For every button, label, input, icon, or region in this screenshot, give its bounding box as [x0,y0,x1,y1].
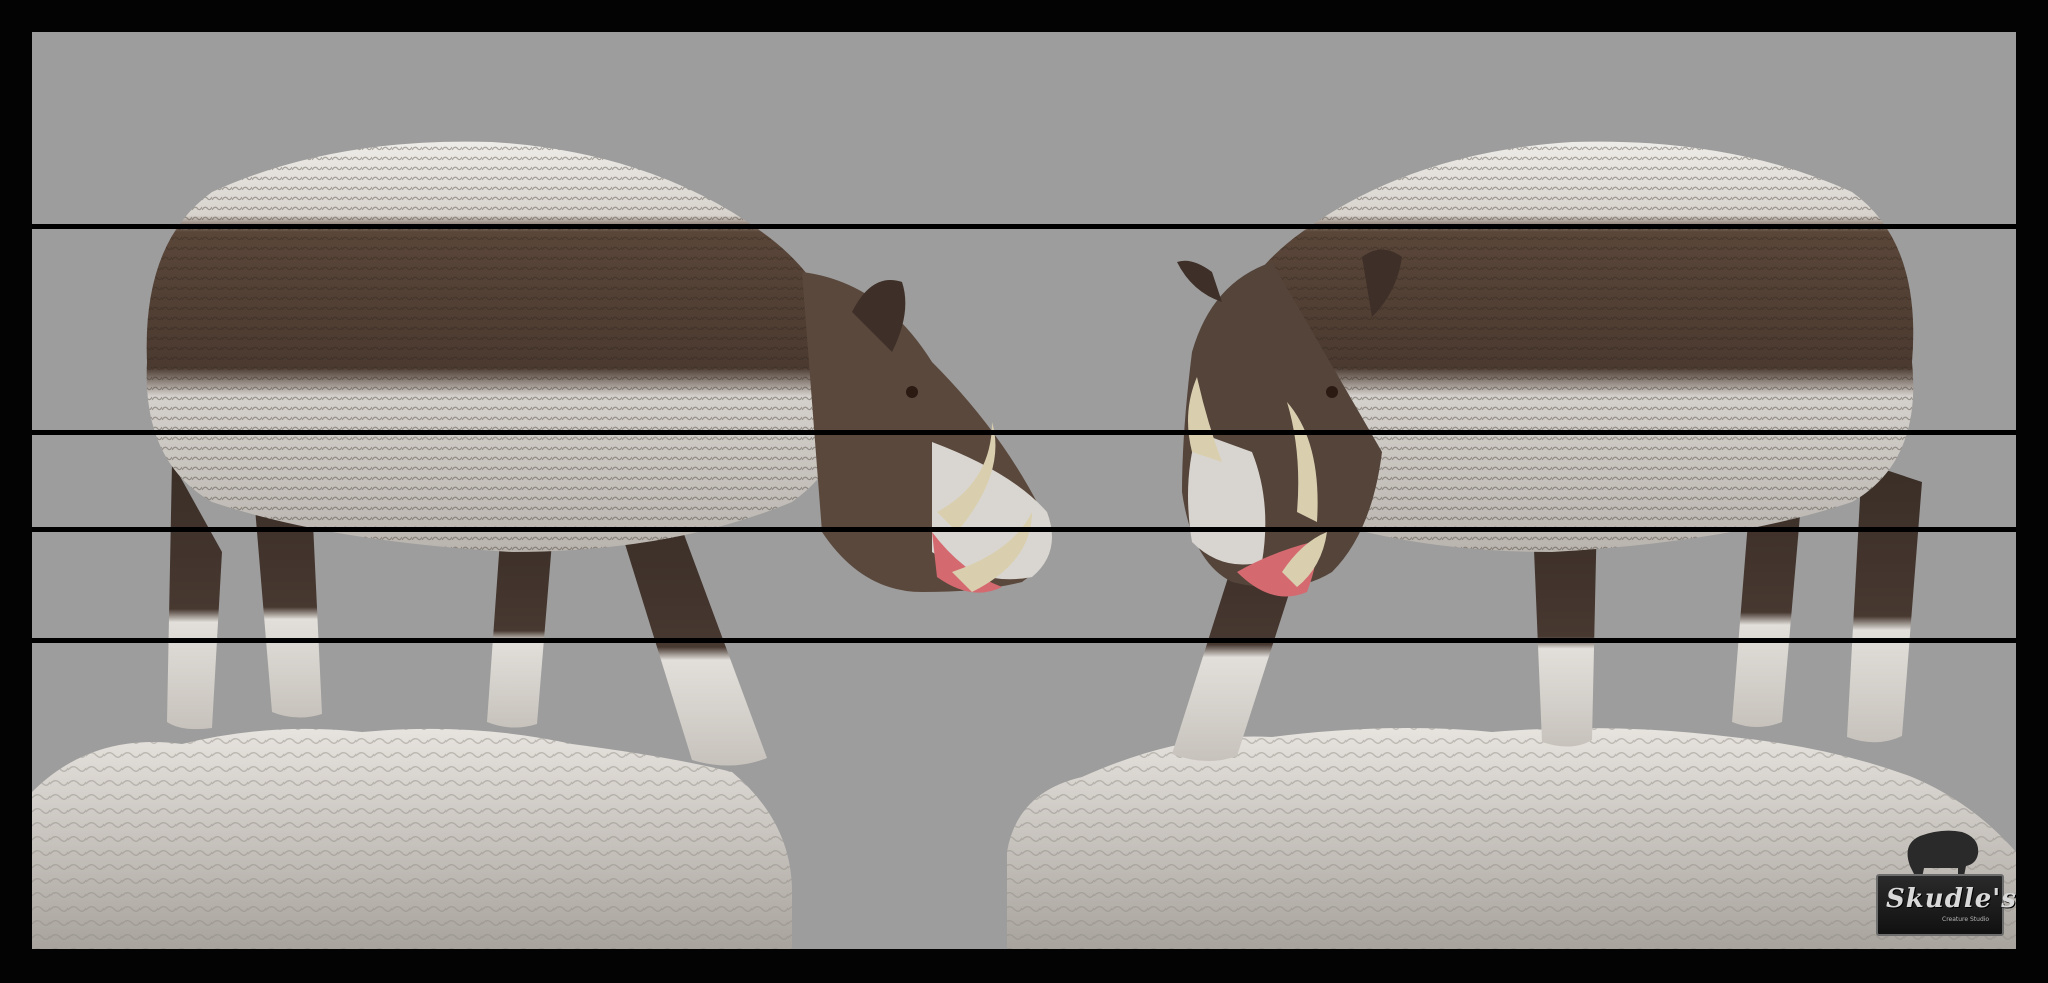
studio-logo-badge: Skudle's Creature Studio [1876,874,2016,936]
rock-left [32,728,792,949]
rock-right [1007,728,2016,949]
image-frame: Skudle's Creature Studio [0,0,2048,983]
render-stage: Skudle's Creature Studio [32,32,2016,949]
reference-line-1 [32,224,2016,229]
reference-line-4 [32,638,2016,643]
logo-text: Skudle's [1886,884,2016,914]
logo-subtitle: Creature Studio [1942,916,1990,923]
boar-left [146,141,1052,766]
boar-right [1172,141,1922,762]
reference-line-3 [32,527,2016,532]
sculpt-illustration [32,141,2016,949]
reference-line-2 [32,430,2016,435]
